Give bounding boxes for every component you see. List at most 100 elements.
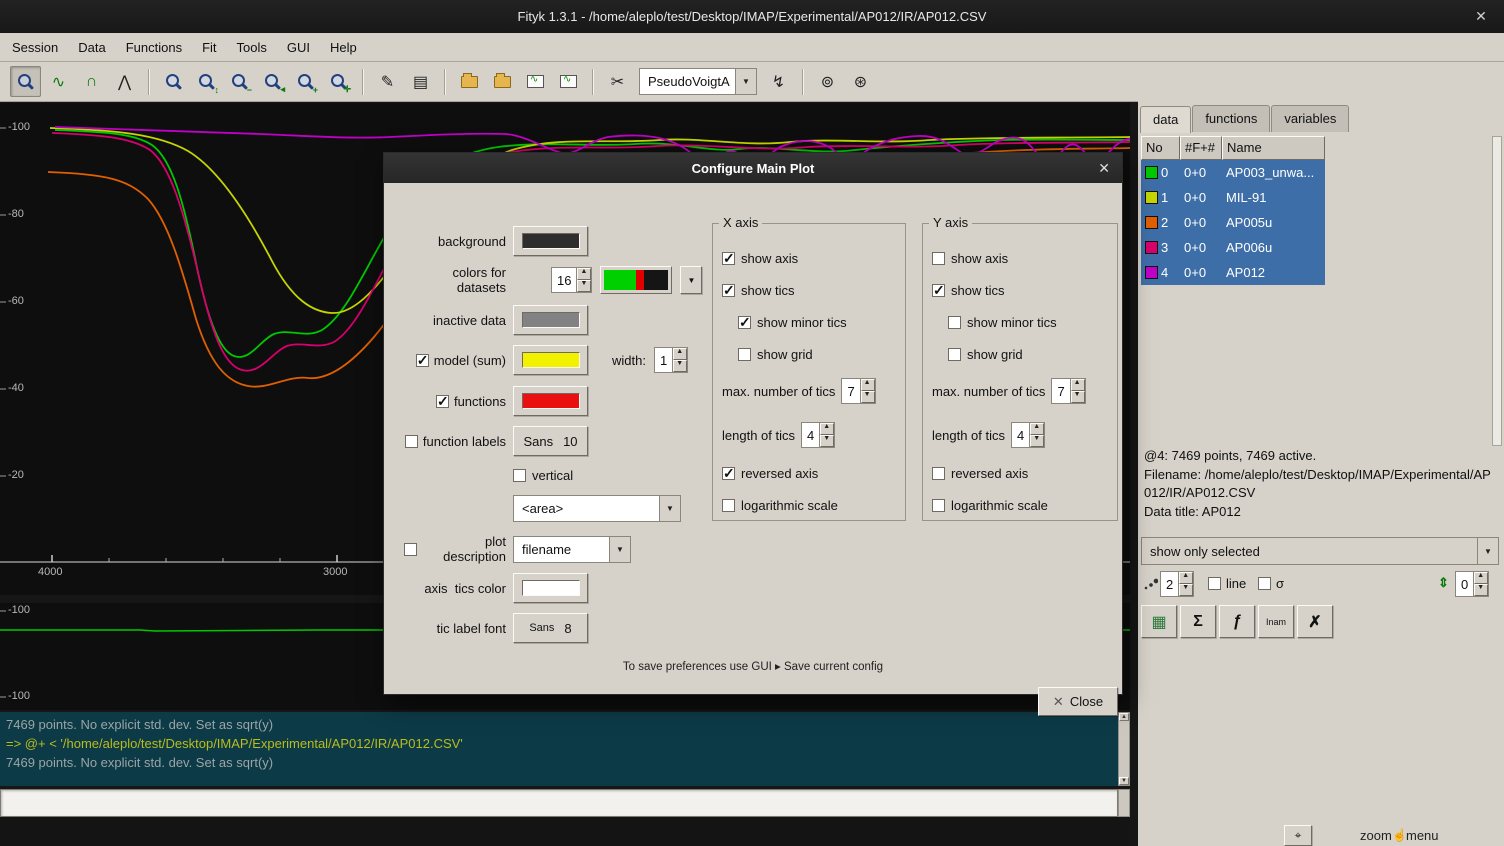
y-show-grid-checkbox[interactable] <box>948 348 961 361</box>
spin-down-icon[interactable] <box>1030 435 1044 447</box>
execute-script-button[interactable] <box>487 66 518 97</box>
spin-up-icon[interactable] <box>1030 423 1044 435</box>
menu-gui[interactable]: GUI <box>277 36 320 59</box>
inactive-data-color-button[interactable] <box>513 305 588 335</box>
fit-undo-button[interactable]: ⊛ <box>845 66 876 97</box>
window-close-button[interactable]: ✕ <box>1472 8 1490 25</box>
spin-down-icon[interactable] <box>1179 584 1193 596</box>
menu-session[interactable]: Session <box>2 36 68 59</box>
scroll-down-icon[interactable]: ▼ <box>1119 777 1129 785</box>
edit-function-button[interactable]: ƒ <box>1219 605 1255 638</box>
x-log-checkbox[interactable] <box>722 499 735 512</box>
function-labels-checkbox[interactable] <box>405 435 418 448</box>
spin-up-icon[interactable] <box>820 423 834 435</box>
zoom-mouse-button[interactable]: ✛ <box>323 66 354 97</box>
delete-dataset-button[interactable]: ✗ <box>1297 605 1333 638</box>
dataset-colors-dropdown-button[interactable]: ▼ <box>680 266 702 294</box>
sum-datasets-button[interactable]: Σ <box>1180 605 1216 638</box>
x-show-axis-checkbox[interactable] <box>722 252 735 265</box>
menu-functions[interactable]: Functions <box>116 36 192 59</box>
label-font-button[interactable]: Sans 10 <box>513 426 588 456</box>
sigma-checkbox[interactable] <box>1258 577 1271 590</box>
functions-checkbox[interactable] <box>436 395 449 408</box>
zoom-all-button[interactable] <box>158 66 189 97</box>
col-no[interactable]: No <box>1141 136 1180 160</box>
x-reversed-checkbox[interactable] <box>722 467 735 480</box>
y-show-tics-checkbox[interactable] <box>932 284 945 297</box>
add-peak-mode-button[interactable]: ∩ <box>76 66 107 97</box>
chevron-down-icon[interactable] <box>659 496 680 521</box>
spin-up-icon[interactable] <box>1474 572 1488 584</box>
menu-tools[interactable]: Tools <box>227 36 277 59</box>
spin-up-icon[interactable] <box>577 268 591 280</box>
y-log-checkbox[interactable] <box>932 499 945 512</box>
tab-functions[interactable]: functions <box>1192 105 1270 132</box>
edit-script-button[interactable]: ✎ <box>372 66 403 97</box>
zoom-out-button[interactable]: − <box>224 66 255 97</box>
menu-fit[interactable]: Fit <box>192 36 226 59</box>
dataset-row[interactable]: 2 0+0 AP005u <box>1141 210 1325 235</box>
chevron-down-icon[interactable] <box>609 537 630 562</box>
plot-description-combo[interactable]: filename <box>513 536 631 563</box>
input-history-button[interactable] <box>1118 789 1130 817</box>
dataset-colors-strip-button[interactable] <box>600 266 672 294</box>
zoom-previous-button[interactable]: ◂ <box>257 66 288 97</box>
data-range-mode-button[interactable]: ∿ <box>43 66 74 97</box>
y-reversed-checkbox[interactable] <box>932 467 945 480</box>
spin-down-icon[interactable] <box>1071 391 1085 403</box>
x-show-grid-checkbox[interactable] <box>738 348 751 361</box>
peak-type-combo[interactable]: PseudoVoigtA <box>639 68 757 95</box>
mouse-hint-button[interactable]: ⌖ <box>1284 825 1312 846</box>
console-scrollbar[interactable]: ▲▼ <box>1118 712 1130 786</box>
y-show-axis-checkbox[interactable] <box>932 252 945 265</box>
tab-data[interactable]: data <box>1140 106 1191 133</box>
chevron-down-icon[interactable] <box>1477 538 1498 564</box>
spin-down-icon[interactable] <box>820 435 834 447</box>
zoom-mode-button[interactable] <box>10 66 41 97</box>
dataset-row[interactable]: 0 0+0 AP003_unwa... <box>1141 160 1325 185</box>
axis-tics-color-button[interactable] <box>513 573 588 603</box>
model-width-spinner[interactable]: 1 <box>654 347 688 373</box>
close-button[interactable]: ✕ Close <box>1038 687 1118 716</box>
rename-title-button[interactable]: Inam <box>1258 605 1294 638</box>
zoom-vertical-button[interactable]: ↕ <box>191 66 222 97</box>
y-tic-len-spinner[interactable]: 4 <box>1011 422 1045 448</box>
label-text-combo[interactable]: <area> <box>513 495 681 522</box>
fit-run-button[interactable]: ⊚ <box>812 66 843 97</box>
menu-data[interactable]: Data <box>68 36 115 59</box>
spin-down-icon[interactable] <box>673 360 687 372</box>
command-input[interactable] <box>0 789 1118 817</box>
scroll-up-icon[interactable]: ▲ <box>1119 713 1129 721</box>
peak-top-mode-button[interactable]: ⋀ <box>109 66 140 97</box>
shift-spinner[interactable]: 0 <box>1455 571 1489 597</box>
table-scrollbar[interactable] <box>1492 136 1502 446</box>
data-table-button[interactable]: ▦ <box>1141 605 1177 638</box>
point-size-spinner[interactable]: 2 <box>1160 571 1194 597</box>
data-transform-button[interactable]: ✂ <box>602 66 633 97</box>
model-sum-checkbox[interactable] <box>416 354 429 367</box>
menu-help[interactable]: Help <box>320 36 367 59</box>
auto-add-button[interactable]: ↯ <box>763 66 794 97</box>
y-max-tics-spinner[interactable]: 7 <box>1051 378 1085 404</box>
x-max-tics-spinner[interactable]: 7 <box>841 378 875 404</box>
open-data-button[interactable] <box>454 66 485 97</box>
model-color-button[interactable] <box>513 345 588 375</box>
y-show-minor-tics-checkbox[interactable] <box>948 316 961 329</box>
spin-up-icon[interactable] <box>861 379 875 391</box>
tab-variables[interactable]: variables <box>1271 105 1349 132</box>
spin-down-icon[interactable] <box>577 280 591 292</box>
x-show-tics-checkbox[interactable] <box>722 284 735 297</box>
dataset-row[interactable]: 3 0+0 AP006u <box>1141 235 1325 260</box>
spin-up-icon[interactable] <box>673 348 687 360</box>
vertical-checkbox[interactable] <box>513 469 526 482</box>
save-session-button[interactable] <box>520 66 551 97</box>
tic-font-button[interactable]: Sans 8 <box>513 613 588 643</box>
line-checkbox[interactable] <box>1208 577 1221 590</box>
dataset-row[interactable]: 4 0+0 AP012 <box>1141 260 1325 285</box>
spin-up-icon[interactable] <box>1071 379 1085 391</box>
col-name[interactable]: Name <box>1222 136 1325 160</box>
spin-up-icon[interactable] <box>1179 572 1193 584</box>
session-log-button[interactable]: ▤ <box>405 66 436 97</box>
dataset-colors-count-spinner[interactable]: 16 <box>551 267 592 293</box>
x-tic-len-spinner[interactable]: 4 <box>801 422 835 448</box>
